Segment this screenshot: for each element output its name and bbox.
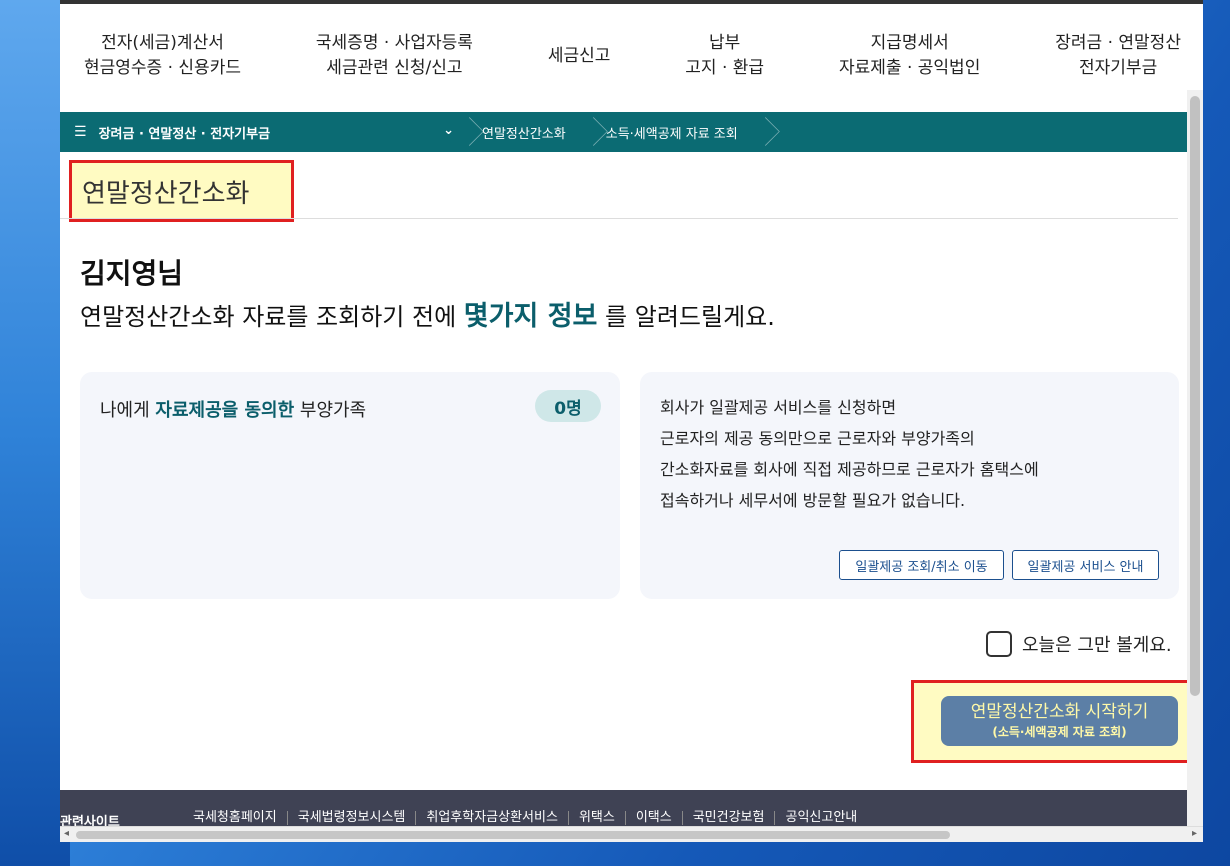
topnav-payment-line1: 납부	[709, 33, 741, 53]
topnav-tax-filing-label: 세금신고	[547, 45, 611, 66]
intro-text: 연말정산간소화 자료를 조회하기 전에 몇가지 정보 를 알려드릴게요.	[80, 294, 775, 333]
breadcrumb-separator-icon	[756, 112, 770, 152]
breadcrumb-item-simplified[interactable]: 연말정산간소화	[474, 112, 584, 152]
dont-show-today-label: 오늘은 그만 볼게요.	[1022, 635, 1172, 656]
horizontal-scrollbar[interactable]: ◂ ▸	[60, 826, 1203, 842]
start-button-sublabel: (소득·세액공제 자료 조회)	[992, 725, 1127, 739]
description-line: 접속하거나 세무서에 방문할 필요가 없습니다.	[660, 491, 966, 510]
topnav-payment-statement[interactable]: 지급명세서 자료제출 · 공익법인	[839, 22, 980, 90]
consent-label-highlight: 자료제공을 동의한	[155, 400, 295, 421]
top-navigation: 전자(세금)계산서 현금영수증 · 신용카드 국세증명 · 사업자등록 세금관련…	[60, 22, 1203, 90]
topnav-year-end-line1: 장려금 · 연말정산	[1055, 33, 1181, 53]
browser-window: 전자(세금)계산서 현금영수증 · 신용카드 국세증명 · 사업자등록 세금관련…	[60, 0, 1203, 842]
dependents-count-badge: 0명	[535, 390, 601, 422]
hamburger-icon: ☰	[74, 124, 87, 140]
footer-link-etax[interactable]: 이택스	[626, 811, 683, 825]
topnav-payment-statement-line2: 자료제출 · 공익법인	[839, 58, 981, 78]
dont-show-today-checkbox[interactable]	[986, 631, 1012, 657]
intro-text-before: 연말정산간소화 자료를 조회하기 전에	[80, 303, 464, 331]
topnav-payment-statement-line1: 지급명세서	[870, 33, 949, 53]
breadcrumb-separator-icon	[584, 112, 598, 152]
consent-dependents-card: 나에게 자료제공을 동의한 부양가족 0명	[80, 372, 620, 599]
topnav-payment-line2: 고지 · 환급	[685, 58, 765, 78]
bulk-service-guide-button[interactable]: 일괄제공 서비스 안내	[1012, 550, 1159, 580]
footer-link-student-loan[interactable]: 취업후학자금상환서비스	[416, 811, 569, 825]
description-line: 회사가 일괄제공 서비스를 신청하면	[660, 398, 897, 417]
scroll-right-icon[interactable]: ▸	[1192, 828, 1197, 839]
dont-show-today-option[interactable]: 오늘은 그만 볼게요.	[986, 631, 1172, 657]
breadcrumb-item-deduction-inquiry[interactable]: 소득·세액공제 자료 조회	[598, 112, 756, 152]
chevron-down-icon: ⌄	[443, 123, 454, 138]
topnav-certificate[interactable]: 국세증명 · 사업자등록 세금관련 신청/신고	[316, 22, 473, 90]
topnav-e-invoice-line2: 현금영수증 · 신용카드	[84, 58, 241, 78]
consent-label-after: 부양가족	[294, 400, 367, 421]
breadcrumb-menu-dropdown[interactable]: ☰ 장려금 · 연말정산 · 전자기부금 ⌄	[60, 112, 460, 152]
topnav-tax-filing[interactable]: 세금신고	[548, 22, 611, 90]
topnav-e-invoice[interactable]: 전자(세금)계산서 현금영수증 · 신용카드	[84, 22, 241, 90]
footer-link-nhis[interactable]: 국민건강보험	[683, 811, 776, 825]
footer-link-nts[interactable]: 국세청홈페이지	[183, 811, 288, 825]
footer-link-public-report[interactable]: 공익신고안내	[775, 811, 867, 825]
topnav-year-end-line2: 전자기부금	[1079, 58, 1158, 78]
topnav-e-invoice-line1: 전자(세금)계산서	[101, 33, 224, 53]
intro-text-after: 를 알려드릴게요.	[597, 303, 775, 331]
breadcrumb-separator-icon	[460, 112, 474, 152]
intro-text-highlight: 몇가지 정보	[463, 301, 598, 332]
start-simplified-service-button[interactable]: 연말정산간소화 시작하기 (소득·세액공제 자료 조회)	[941, 696, 1178, 746]
bulk-provision-description: 회사가 일괄제공 서비스를 신청하면 근로자의 제공 동의만으로 근로자와 부양…	[660, 392, 1039, 516]
page-title: 연말정산간소화	[69, 160, 294, 222]
topnav-year-end[interactable]: 장려금 · 연말정산 전자기부금	[1055, 22, 1181, 90]
related-sites-footer: 관련사이트 국세청홈페이지 국세법령정보시스템 취업후학자금상환서비스 위택스 …	[60, 790, 1203, 830]
horizontal-scrollbar-thumb[interactable]	[76, 831, 950, 839]
bulk-inquiry-cancel-button[interactable]: 일괄제공 조회/취소 이동	[839, 550, 1004, 580]
start-button-highlight: 연말정산간소화 시작하기 (소득·세액공제 자료 조회)	[911, 680, 1193, 763]
topnav-payment[interactable]: 납부 고지 · 환급	[685, 22, 764, 90]
vertical-scrollbar-thumb[interactable]	[1190, 96, 1200, 696]
description-line: 근로자의 제공 동의만으로 근로자와 부양가족의	[660, 429, 975, 448]
breadcrumb: ☰ 장려금 · 연말정산 · 전자기부금 ⌄ 연말정산간소화 소득·세액공제 자…	[60, 112, 1198, 152]
footer-link-law-info[interactable]: 국세법령정보시스템	[288, 811, 417, 825]
topnav-certificate-line2: 세금관련 신청/신고	[326, 58, 463, 78]
description-line: 간소화자료를 회사에 직접 제공하므로 근로자가 홈택스에	[660, 460, 1039, 479]
breadcrumb-menu-label: 장려금 · 연말정산 · 전자기부금	[98, 126, 271, 142]
related-sites-links: 국세청홈페이지 국세법령정보시스템 취업후학자금상환서비스 위택스 이택스 국민…	[183, 811, 867, 825]
scroll-left-icon[interactable]: ◂	[64, 828, 69, 839]
topnav-certificate-line1: 국세증명 · 사업자등록	[315, 33, 473, 53]
footer-link-wetax[interactable]: 위택스	[569, 811, 626, 825]
title-divider	[60, 218, 1178, 219]
consent-label-before: 나에게	[100, 400, 156, 421]
bulk-provision-info-card: 회사가 일괄제공 서비스를 신청하면 근로자의 제공 동의만으로 근로자와 부양…	[640, 372, 1179, 599]
start-button-label: 연말정산간소화 시작하기	[970, 702, 1149, 722]
consent-dependents-label: 나에게 자료제공을 동의한 부양가족	[100, 396, 366, 422]
vertical-scrollbar[interactable]	[1187, 90, 1203, 830]
user-name: 김지영님	[80, 257, 184, 290]
